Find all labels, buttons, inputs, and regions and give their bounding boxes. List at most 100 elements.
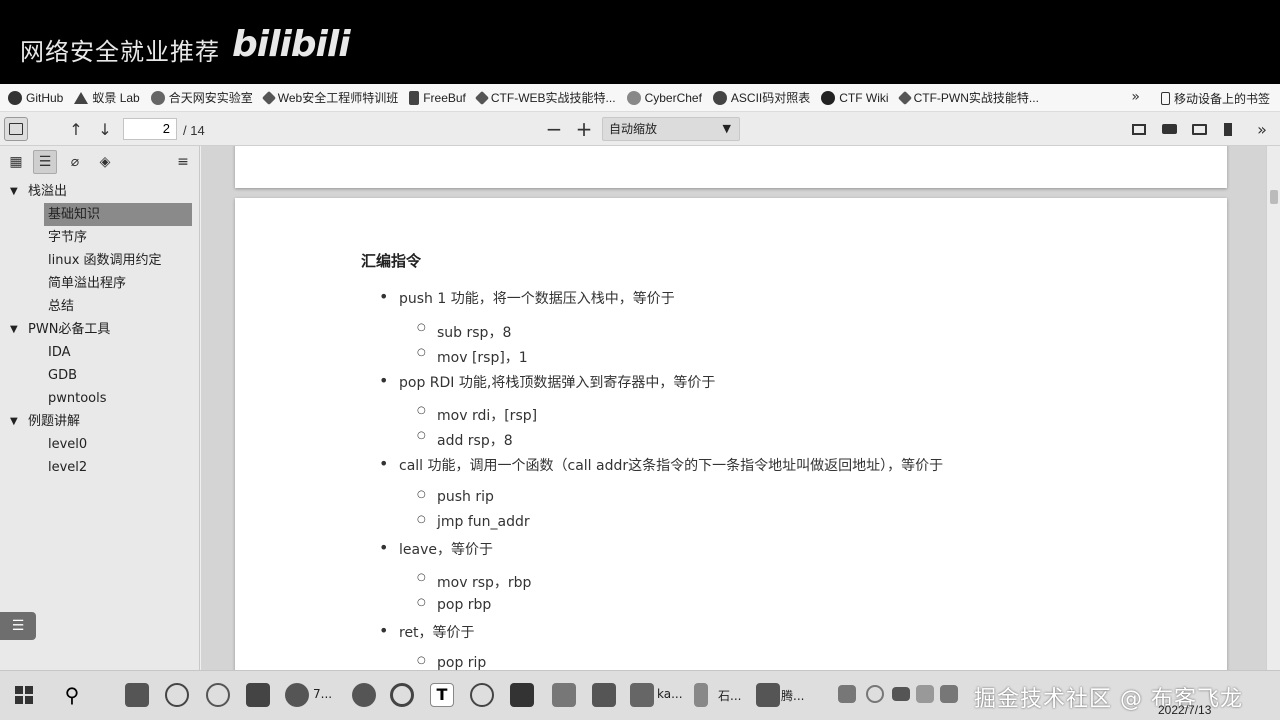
outline-item-gdb[interactable]: GDB <box>0 364 199 387</box>
taskbar-app[interactable] <box>592 683 616 707</box>
presentation-mode-button[interactable] <box>1127 117 1151 141</box>
twisty-icon[interactable]: ▼ <box>10 318 18 341</box>
sidebar: ▦ ☰ ⌀ ◈ ≡ ▼ 栈溢出 基础知识 字节序 linux 函数调用约定 简单溢… <box>0 146 200 670</box>
video-banner: 网络安全就业推荐 bilibili <box>0 0 1280 84</box>
taskbar-edge[interactable] <box>352 683 376 707</box>
github-icon <box>8 90 22 105</box>
sidebar-toggle-button[interactable] <box>4 117 28 141</box>
start-button[interactable] <box>12 683 36 707</box>
taskbar-app[interactable] <box>390 683 414 707</box>
sidebar-icon <box>9 123 23 135</box>
previous-page-button[interactable]: ↑ <box>64 117 88 141</box>
sub-list-item: jmp fun_addr <box>417 514 530 530</box>
bookmark-cyberchef[interactable]: CyberChef <box>626 90 702 105</box>
thumbnails-tab[interactable]: ▦ <box>4 150 28 174</box>
list-item: pop RDI 功能,将栈顶数据弹入到寄存器中，等价于 <box>379 371 715 392</box>
taskbar-typora[interactable]: T <box>430 683 454 707</box>
sub-list-item: sub rsp，8 <box>417 322 511 342</box>
taskbar-firefox[interactable] <box>285 683 309 707</box>
bookmark-button[interactable] <box>1216 117 1240 141</box>
bookmark-ascii[interactable]: ASCII码对照表 <box>712 89 810 106</box>
bookmark-ctf-pwn[interactable]: CTF-PWN实战技能特... <box>897 89 1039 106</box>
taskbar-label: 腾... <box>781 689 805 703</box>
windows-icon <box>15 686 23 694</box>
zoom-in-button[interactable]: + <box>572 117 596 141</box>
floating-outline-button[interactable]: ☰ <box>0 612 36 640</box>
list-item: call 功能，调用一个函数（call addr这条指令的下一条指令地址叫做返回… <box>379 454 943 475</box>
search-icon: ⚲ <box>64 683 80 707</box>
sub-list-item: pop rbp <box>417 597 491 613</box>
taskbar-app[interactable] <box>630 683 654 707</box>
next-page-button[interactable]: ↓ <box>93 117 117 141</box>
diamond-icon <box>474 90 489 105</box>
print-button[interactable] <box>1157 117 1181 141</box>
taskbar-app[interactable] <box>470 683 494 707</box>
zoom-select[interactable]: 自动缩放 ▼ <box>602 117 740 141</box>
zoom-out-button[interactable]: − <box>542 117 566 141</box>
tray-icon[interactable] <box>892 687 910 701</box>
pdf-toolbar: ↑ ↓ 2 / 14 − + 自动缩放 ▼ » <box>0 112 1280 146</box>
taskbar-app[interactable] <box>552 683 576 707</box>
bookmark-ctf-wiki[interactable]: CTF Wiki <box>821 90 889 105</box>
taskbar-app[interactable] <box>206 683 230 707</box>
desktop-screen: GitHub 蚁景 Lab 合天网安实验室 Web安全工程师特训班 FreeBu… <box>0 84 1280 720</box>
paperclip-icon: ⌀ <box>70 154 80 170</box>
expand-outline-button[interactable]: ≡ <box>171 150 195 174</box>
twisty-icon[interactable]: ▼ <box>10 410 18 433</box>
list-icon: ☰ <box>38 154 52 170</box>
vertical-scrollbar[interactable] <box>1266 146 1280 670</box>
bookmark-ctf-web[interactable]: CTF-WEB实战技能特... <box>474 89 616 106</box>
taskbar-app[interactable] <box>246 683 270 707</box>
outline-item-pwntools[interactable]: pwntools <box>0 387 199 410</box>
taskbar-app[interactable] <box>165 683 189 707</box>
grid-icon: ▦ <box>9 154 23 170</box>
mobile-bookmarks[interactable]: 移动设备上的书签 <box>1160 90 1270 107</box>
outline-item-summary[interactable]: 总结 <box>0 295 199 318</box>
outline-icon: ≡ <box>177 154 189 170</box>
outline-item-pwn-tools[interactable]: ▼ PWN必备工具 <box>0 318 199 341</box>
outline-item-ida[interactable]: IDA <box>0 341 199 364</box>
bookmark-web-training[interactable]: Web安全工程师特训班 <box>261 89 398 106</box>
document-viewer[interactable]: 汇编指令 push 1 功能，将一个数据压入栈中，等价于 sub rsp，8 m… <box>201 146 1266 670</box>
tray-icon[interactable] <box>940 685 958 703</box>
outline-item-level2[interactable]: level2 <box>0 456 199 479</box>
tray-icon[interactable] <box>838 685 856 703</box>
outline-item-calling-convention[interactable]: linux 函数调用约定 <box>0 249 199 272</box>
outline-item-level0[interactable]: level0 <box>0 433 199 456</box>
sub-list-item: push rip <box>417 489 494 505</box>
bookmark-hetian[interactable]: 合天网安实验室 <box>150 89 253 106</box>
tray-icon[interactable] <box>916 685 934 703</box>
chevron-down-icon: ▼ <box>722 122 731 135</box>
section-heading: 汇编指令 <box>361 252 422 270</box>
bookmark-freebuf[interactable]: FreeBuf <box>409 90 466 105</box>
taskbar-app[interactable] <box>756 683 780 707</box>
bookmark-github[interactable]: GitHub <box>8 90 63 105</box>
page-number-input[interactable]: 2 <box>123 118 177 140</box>
twisty-icon[interactable]: ▼ <box>10 180 18 203</box>
list-item: ret，等价于 <box>379 621 474 642</box>
bookmark-lab[interactable]: 蚁景 Lab <box>74 89 140 106</box>
outline-item-basics[interactable]: 基础知识 <box>0 203 199 226</box>
tools-menu-button[interactable]: » <box>1250 117 1274 141</box>
taskbar-app[interactable] <box>125 683 149 707</box>
taskbar-label: ka... <box>657 687 683 701</box>
taskbar-app[interactable] <box>694 683 708 707</box>
outline-tab[interactable]: ☰ <box>33 150 57 174</box>
tray-icon[interactable] <box>866 685 884 703</box>
bookmarks-overflow-button[interactable]: » <box>1131 89 1140 105</box>
outline-item-examples[interactable]: ▼ 例题讲解 <box>0 410 199 433</box>
banner-title: 网络安全就业推荐 <box>20 38 220 66</box>
sub-list-item: mov [rsp]，1 <box>417 347 528 367</box>
outline-item-endianness[interactable]: 字节序 <box>0 226 199 249</box>
outline-item-simple-overflow[interactable]: 简单溢出程序 <box>0 272 199 295</box>
sidebar-tabs: ▦ ☰ ⌀ ◈ ≡ <box>0 146 199 178</box>
sub-list-item: mov rdi，[rsp] <box>417 405 537 425</box>
search-button[interactable]: ⚲ <box>60 683 84 707</box>
scrollbar-thumb[interactable] <box>1270 190 1278 204</box>
layers-tab[interactable]: ◈ <box>93 150 117 174</box>
open-file-button[interactable] <box>1187 117 1211 141</box>
attachments-tab[interactable]: ⌀ <box>63 150 87 174</box>
diamond-icon <box>897 90 912 105</box>
taskbar-terminal[interactable] <box>510 683 534 707</box>
outline-item-stack-overflow[interactable]: ▼ 栈溢出 <box>0 180 199 203</box>
